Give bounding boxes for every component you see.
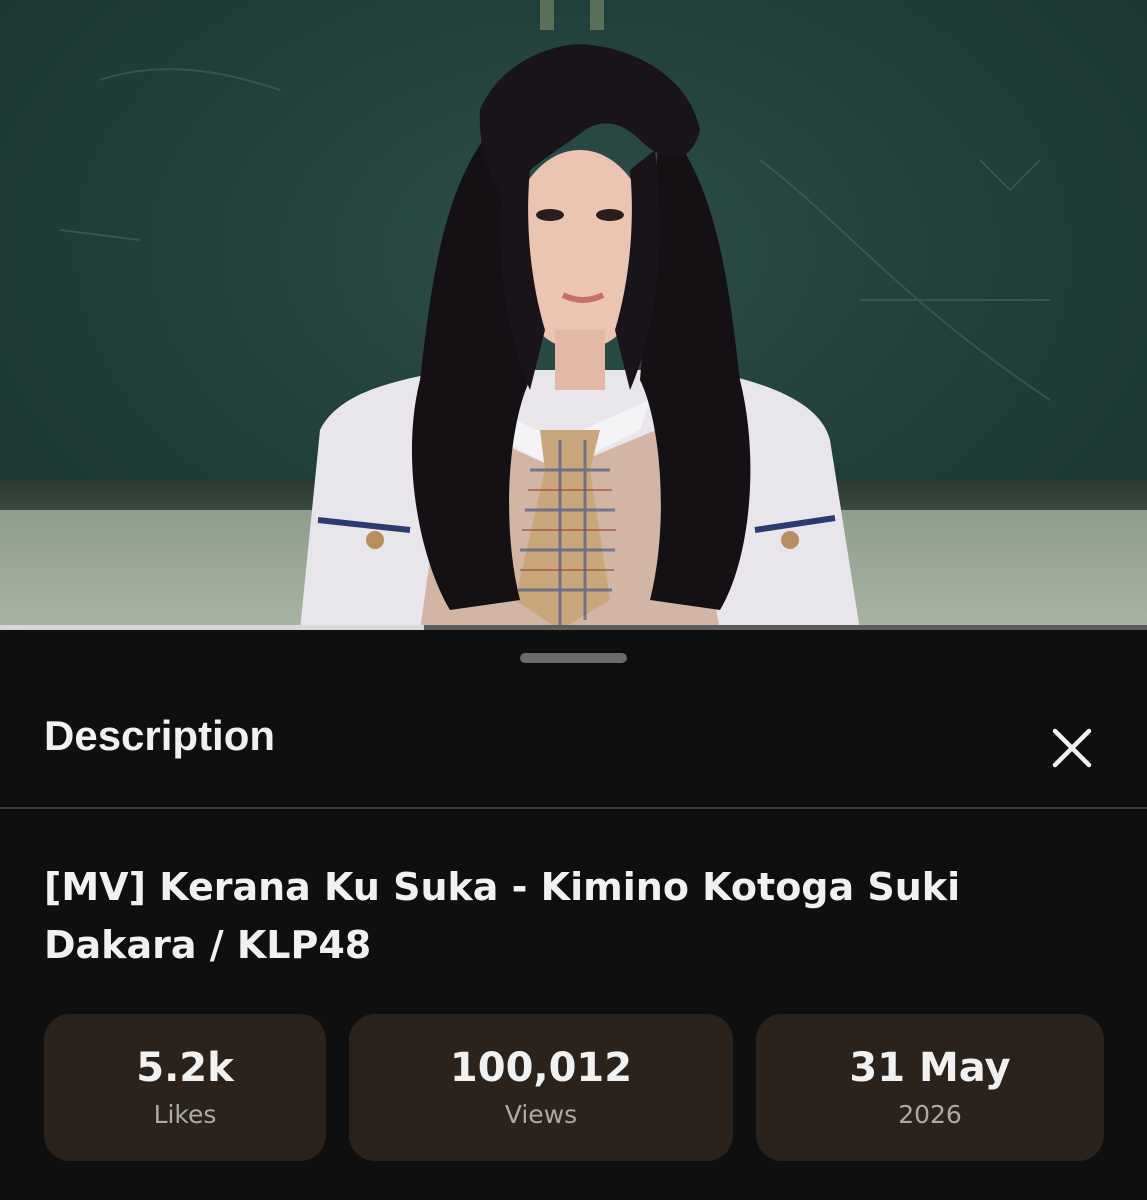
date-stat: 31 May 2026 [756, 1014, 1104, 1161]
views-count: 100,012 [449, 1044, 633, 1091]
likes-count: 5.2k [136, 1044, 234, 1091]
publish-date: 31 May [849, 1044, 1011, 1091]
divider [0, 807, 1147, 809]
drag-handle[interactable] [520, 653, 627, 663]
likes-label: Likes [153, 1099, 217, 1129]
sheet-title: Description [44, 712, 276, 759]
views-stat: 100,012 Views [349, 1014, 733, 1161]
video-frame-illustration [59, 44, 1051, 630]
description-sheet: Description [MV] Kerana Ku Suka - Kimino… [0, 630, 1147, 1200]
video-title: [MV] Kerana Ku Suka - Kimino Kotoga Suki… [44, 865, 961, 967]
close-button[interactable] [1044, 720, 1100, 776]
publish-year: 2026 [898, 1099, 962, 1129]
likes-stat: 5.2k Likes [44, 1014, 326, 1161]
close-icon [1052, 728, 1092, 768]
video-player[interactable] [0, 0, 1147, 630]
views-label: Views [504, 1099, 578, 1129]
